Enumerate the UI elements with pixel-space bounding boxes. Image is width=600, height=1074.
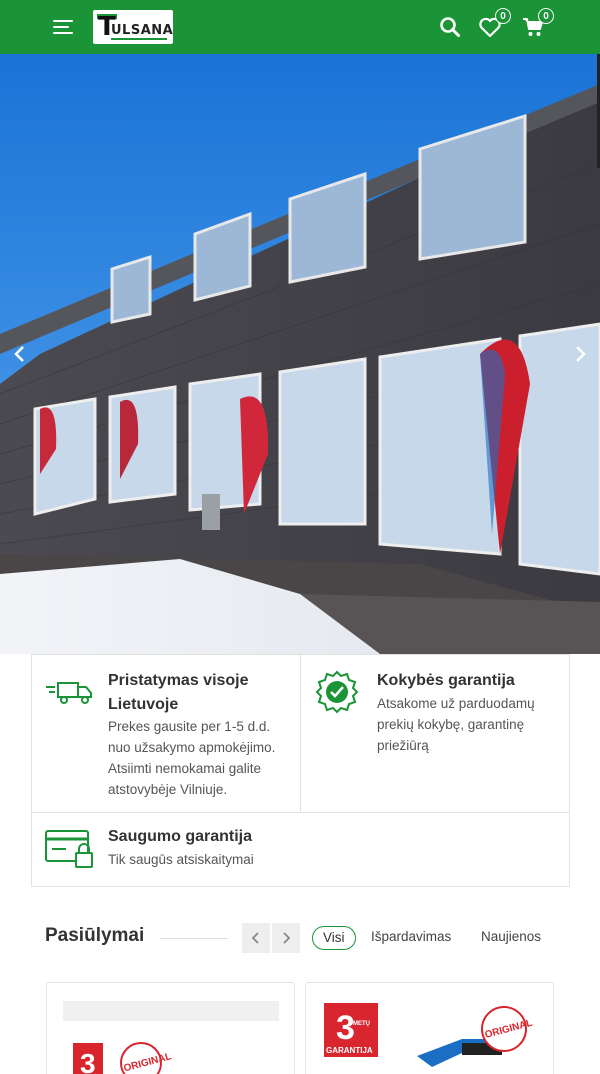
chevron-right-icon — [576, 346, 586, 362]
product-card[interactable]: 3 METŲ GARANTIJA ORIGINAL — [305, 982, 554, 1074]
cart-count-badge: 0 — [538, 8, 554, 24]
feature-delivery-desc-3: Atsiimti nemokamai galite — [108, 761, 262, 776]
site-logo[interactable]: T ULSANA — [93, 10, 173, 44]
feature-quality-desc-2: prekių kokybę, garantinę — [377, 717, 525, 732]
product-image: 3 METŲ GARANTIJA ORIGINAL — [324, 1003, 534, 1067]
warranty-number: 3 — [336, 1009, 355, 1047]
search-icon[interactable] — [437, 14, 463, 40]
logo-text: ULSANA — [111, 23, 173, 38]
product-card[interactable]: 3 ORIGINAL — [46, 982, 295, 1074]
delivery-truck-icon — [46, 682, 92, 704]
warranty-text: GARANTIJA — [326, 1046, 373, 1055]
product-image: 3 ORIGINAL — [63, 1001, 279, 1074]
offers-divider — [160, 938, 228, 939]
feature-delivery: Pristatymas visoje Lietuvoje Prekes gaus… — [32, 655, 301, 813]
feature-delivery-title-1: Pristatymas visoje — [108, 672, 249, 689]
chevron-right-icon — [283, 932, 291, 944]
filter-ispardavimas[interactable]: Išpardavimas — [371, 926, 451, 950]
feature-delivery-desc-4: atstovybėje Vilniuje. — [108, 782, 228, 797]
feature-security: Saugumo garantija Tik saugūs atsiskaitym… — [32, 813, 569, 886]
quality-badge-icon — [315, 670, 359, 714]
logo-underline — [111, 38, 167, 40]
original-stamp-text: ORIGINAL — [123, 1051, 173, 1074]
warranty-number: 3 — [80, 1048, 96, 1074]
offers-next-button[interactable] — [272, 923, 300, 953]
feature-security-title: Saugumo garantija — [108, 828, 253, 845]
feature-quality-title: Kokybės garantija — [377, 672, 515, 689]
site-header: T ULSANA 0 0 — [0, 0, 600, 54]
hero-next-button[interactable] — [568, 342, 592, 366]
hero-prev-button[interactable] — [8, 342, 32, 366]
store-building-photo — [0, 54, 600, 654]
feature-security-desc: Tik saugūs atsiskaitymai — [108, 852, 254, 867]
offers-title: Pasiūlymai — [45, 925, 145, 946]
cart-button[interactable]: 0 — [520, 8, 554, 40]
hero-slider[interactable] — [0, 54, 600, 654]
filter-visi[interactable]: Visi — [312, 926, 356, 950]
secure-payment-icon — [45, 830, 93, 868]
feature-delivery-desc-2: nuo užsakymo apmokėjimo. — [108, 740, 276, 755]
wishlist-button[interactable]: 0 — [477, 8, 511, 40]
filter-naujienos[interactable]: Naujienos — [481, 926, 541, 950]
features-panel: Pristatymas visoje Lietuvoje Prekes gaus… — [31, 654, 570, 887]
wishlist-count-badge: 0 — [495, 8, 511, 24]
feature-quality-desc-1: Atsakome už parduodamų — [377, 696, 535, 711]
offers-prev-button[interactable] — [242, 923, 270, 953]
hamburger-menu-icon[interactable] — [53, 18, 73, 36]
feature-quality: Kokybės garantija Atsakome už parduodamų… — [301, 655, 569, 813]
feature-delivery-desc-1: Prekes gausite per 1-5 d.d. — [108, 719, 271, 734]
feature-delivery-title-2: Lietuvoje — [108, 696, 179, 713]
warranty-small-text: METŲ — [353, 1021, 370, 1027]
chevron-left-icon — [251, 932, 259, 944]
feature-quality-desc-3: priežiūrą — [377, 738, 429, 753]
chevron-left-icon — [14, 346, 24, 362]
